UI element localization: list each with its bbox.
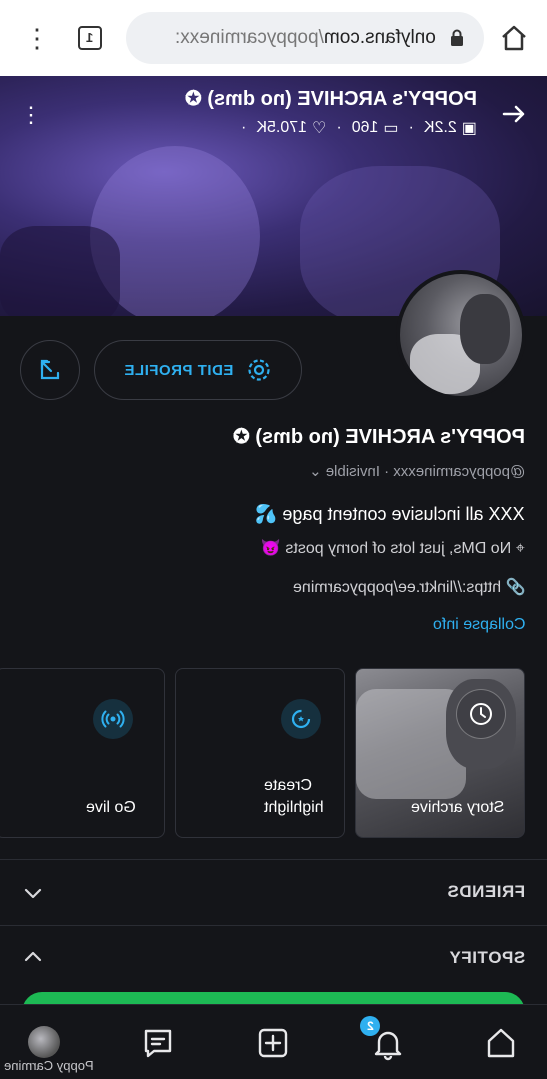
go-live-card[interactable]: Go live bbox=[0, 668, 165, 838]
cover-title-text: POPPY's ARCHIVE (no dms) bbox=[207, 88, 477, 110]
home-icon[interactable] bbox=[500, 24, 528, 52]
verified-icon: ✪ bbox=[233, 426, 250, 448]
share-button[interactable] bbox=[20, 340, 80, 400]
add-post-icon[interactable] bbox=[255, 1025, 291, 1061]
url-path: /poppycarminexx: bbox=[175, 27, 325, 48]
notifications-badge: 2 bbox=[360, 1016, 380, 1036]
profile-handle: @poppycarminexxx bbox=[393, 463, 525, 480]
story-archive-label: Story archive bbox=[410, 799, 504, 816]
bio-location-row: ⌖ No DMs, just lots of horny posts 😈 bbox=[261, 538, 525, 558]
highlight-icon bbox=[281, 699, 321, 739]
gear-icon bbox=[248, 359, 270, 381]
divider bbox=[0, 925, 547, 926]
chevron-down-icon: ⌄ bbox=[308, 463, 322, 480]
likes-count: 170.5K bbox=[256, 119, 308, 136]
chevron-down-icon[interactable] bbox=[22, 882, 44, 904]
lock-icon bbox=[451, 29, 463, 46]
tab-count: 1 bbox=[86, 30, 94, 45]
arrow-right-icon[interactable] bbox=[500, 100, 528, 128]
create-highlight-card[interactable]: Create highlight bbox=[175, 668, 345, 838]
bio-link-row[interactable]: 🔗 https://linktr.ee/poppycarmine bbox=[293, 577, 525, 597]
spotify-section-title[interactable]: SPOTIFY bbox=[449, 948, 525, 968]
profile-name: POPPY's ARCHIVE (no dms) ✪ bbox=[233, 424, 525, 449]
location-icon: ⌖ bbox=[515, 540, 525, 557]
bio-line: No DMs, just lots of horny posts 😈 bbox=[261, 540, 512, 557]
chevron-up-icon[interactable] bbox=[22, 946, 44, 968]
photos-stat: ▣ 2.2K bbox=[424, 118, 477, 138]
url-text: onlyfans.com/poppycarminexx: bbox=[175, 27, 436, 49]
badge-count: 2 bbox=[366, 1019, 374, 1033]
profile-name-text: POPPY's ARCHIVE (no dms) bbox=[255, 426, 525, 448]
url-domain: onlyfans.com bbox=[324, 27, 436, 48]
photos-count: 2.2K bbox=[423, 119, 457, 136]
separator: · bbox=[241, 119, 247, 136]
bio-line: XXX all inclusive content page 💦 bbox=[255, 504, 525, 524]
create-highlight-label: Create highlight bbox=[264, 775, 324, 819]
browser-menu-icon[interactable]: ⋮ bbox=[24, 22, 50, 54]
separator: · bbox=[408, 119, 414, 136]
collapse-info-link[interactable]: Collapse info bbox=[433, 616, 526, 634]
share-icon bbox=[40, 359, 60, 380]
address-bar[interactable]: onlyfans.com/poppycarminexx: bbox=[126, 12, 484, 64]
tab-switcher-button[interactable]: 1 bbox=[78, 26, 102, 50]
verified-icon: ✪ bbox=[185, 88, 202, 110]
profile-handle-row[interactable]: @poppycarminexxx · Invisible ⌄ bbox=[309, 462, 525, 480]
go-live-label: Go live bbox=[86, 799, 136, 816]
bio-link[interactable]: https://linktr.ee/poppycarmine bbox=[293, 579, 501, 596]
avatar[interactable] bbox=[396, 270, 526, 400]
highlight-label-line: Create bbox=[264, 777, 313, 794]
home-icon[interactable] bbox=[483, 1025, 519, 1061]
separator: · bbox=[336, 119, 342, 136]
browser-toolbar: ⋮ 1 onlyfans.com/poppycarminexx: bbox=[0, 0, 547, 76]
more-options-icon[interactable]: ⋮ bbox=[20, 100, 42, 130]
cover-stats: ▣ 2.2K · ▭ 160 · ♡ 170.5K · bbox=[241, 118, 477, 138]
heart-icon: ♡ bbox=[312, 120, 327, 137]
clock-icon bbox=[456, 689, 506, 739]
edit-profile-button[interactable]: EDIT PROFILE bbox=[94, 340, 302, 400]
nav-user-name: Poppy Carmine bbox=[4, 1058, 94, 1073]
highlight-label-line: highlight bbox=[264, 799, 324, 816]
story-archive-card[interactable]: Story archive bbox=[355, 668, 525, 838]
broadcast-icon bbox=[93, 699, 133, 739]
online-status: Invisible bbox=[325, 463, 380, 480]
videos-count: 160 bbox=[351, 119, 379, 136]
likes-stat: ♡ 170.5K bbox=[256, 118, 326, 138]
link-icon: 🔗 bbox=[505, 579, 525, 596]
friends-section-title[interactable]: FRIENDS bbox=[447, 882, 525, 902]
video-icon: ▭ bbox=[383, 120, 399, 137]
edit-profile-label: EDIT PROFILE bbox=[124, 361, 234, 379]
image-icon: ▣ bbox=[461, 120, 477, 137]
messages-icon[interactable] bbox=[140, 1025, 176, 1061]
divider bbox=[0, 859, 547, 860]
cover-title: POPPY's ARCHIVE (no dms) ✪ bbox=[185, 86, 477, 111]
nav-avatar[interactable] bbox=[28, 1026, 60, 1058]
videos-stat: ▭ 160 bbox=[352, 118, 399, 138]
